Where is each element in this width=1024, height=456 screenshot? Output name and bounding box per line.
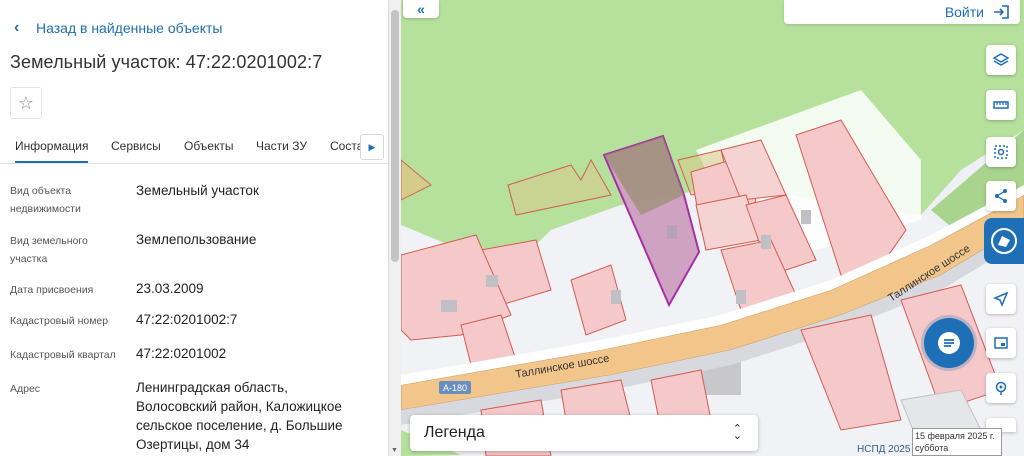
property-value: Землепользование: [136, 232, 257, 247]
tab-info[interactable]: Информация: [15, 139, 89, 163]
my-location-button[interactable]: [986, 284, 1016, 314]
info-panel: ‹ Назад в найденные объекты Земельный уч…: [0, 0, 388, 456]
panel-scrollbar[interactable]: ▼: [388, 0, 401, 456]
property-label: Кадастровый номер: [10, 315, 109, 327]
triangle-right-icon: ▶: [368, 141, 376, 152]
property-label: Адрес: [10, 383, 41, 395]
building-marker: [736, 290, 746, 304]
property-value: 47:22:0201002:7: [136, 312, 238, 327]
property-label: Вид земельного участка: [10, 235, 88, 265]
login-button[interactable]: Войти: [784, 0, 1020, 24]
property-value: Ленинградская область, Волосовский район…: [136, 380, 343, 452]
page-title: Земельный участок: 47:22:0201002:7: [10, 52, 323, 72]
ruler-icon: [993, 101, 1009, 109]
chat-button[interactable]: [924, 318, 974, 368]
ruler-button[interactable]: [986, 90, 1016, 120]
property-label: Кадастровый квартал: [10, 349, 116, 361]
star-icon: ☆: [17, 92, 35, 113]
tab-objects[interactable]: Объекты: [184, 139, 234, 153]
layers-button[interactable]: [986, 45, 1016, 75]
tab-services[interactable]: Сервисы: [111, 139, 161, 153]
building-marker: [801, 210, 811, 224]
collapse-panel-button[interactable]: «: [403, 0, 439, 18]
property-value: 47:22:0201002: [136, 346, 227, 361]
pin-search-icon: [995, 381, 1007, 395]
share-icon: [995, 189, 1007, 203]
location-arrow-icon: [993, 291, 1009, 307]
date-tooltip-date: 15 февраля 2025 г.: [915, 431, 995, 441]
back-to-results-link[interactable]: ‹ Назад в найденные объекты: [14, 19, 222, 37]
brand-logo-icon: [991, 228, 1017, 254]
property-value: 23.03.2009: [136, 281, 204, 296]
scroll-down-arrow-icon[interactable]: ▼: [391, 447, 398, 454]
map-drawing: Таллинское шоссе Таллинское шоссе А-180: [401, 0, 1024, 456]
scrollbar-thumb[interactable]: [391, 10, 399, 262]
building-marker: [761, 235, 771, 249]
chevron-left-icon: ‹: [14, 19, 20, 36]
property-value: Земельный участок: [136, 183, 259, 198]
area-select-button[interactable]: [986, 137, 1016, 167]
property-label: Дата присвоения: [10, 284, 94, 296]
brand-button[interactable]: [984, 218, 1024, 264]
chat-icon: [938, 332, 960, 354]
building-marker: [441, 300, 457, 312]
tabs-bar: Информация Сервисы Объекты Части ЗУ Сост…: [0, 130, 388, 164]
minimap-icon: [994, 337, 1008, 349]
property-label: Вид объекта недвижимости: [10, 185, 81, 215]
login-icon: [994, 5, 1009, 19]
area-select-icon: [994, 145, 1008, 159]
building-marker: [486, 275, 498, 287]
legend-label: Легенда: [424, 424, 485, 441]
map-attribution: НСПД 2025: [857, 444, 911, 455]
map-canvas[interactable]: Таллинское шоссе Таллинское шоссе А-180: [401, 0, 1024, 456]
tab-composition[interactable]: Соста: [330, 139, 363, 153]
pin-search-button[interactable]: [986, 373, 1016, 403]
building-marker: [667, 225, 677, 239]
road-badge-label: А-180: [443, 383, 467, 393]
minimap-button[interactable]: [986, 328, 1016, 358]
legend-dropdown[interactable]: Легенда ⌃ ⌄: [410, 415, 758, 451]
date-tooltip: 15 февраля 2025 г. суббота: [912, 428, 1002, 456]
tab-parts[interactable]: Части ЗУ: [256, 139, 307, 153]
share-button[interactable]: [986, 181, 1016, 211]
expand-caret-icon: ⌃ ⌄: [732, 423, 742, 442]
building-marker: [611, 290, 621, 304]
tabs-scroll-right-button[interactable]: ▶: [360, 134, 384, 160]
login-label: Войти: [944, 4, 984, 20]
double-chevron-left-icon: «: [417, 1, 425, 17]
date-tooltip-weekday: суббота: [915, 443, 949, 453]
back-link-label: Назад в найденные объекты: [36, 20, 223, 36]
layers-icon: [993, 53, 1009, 66]
favorite-button[interactable]: ☆: [10, 87, 42, 119]
